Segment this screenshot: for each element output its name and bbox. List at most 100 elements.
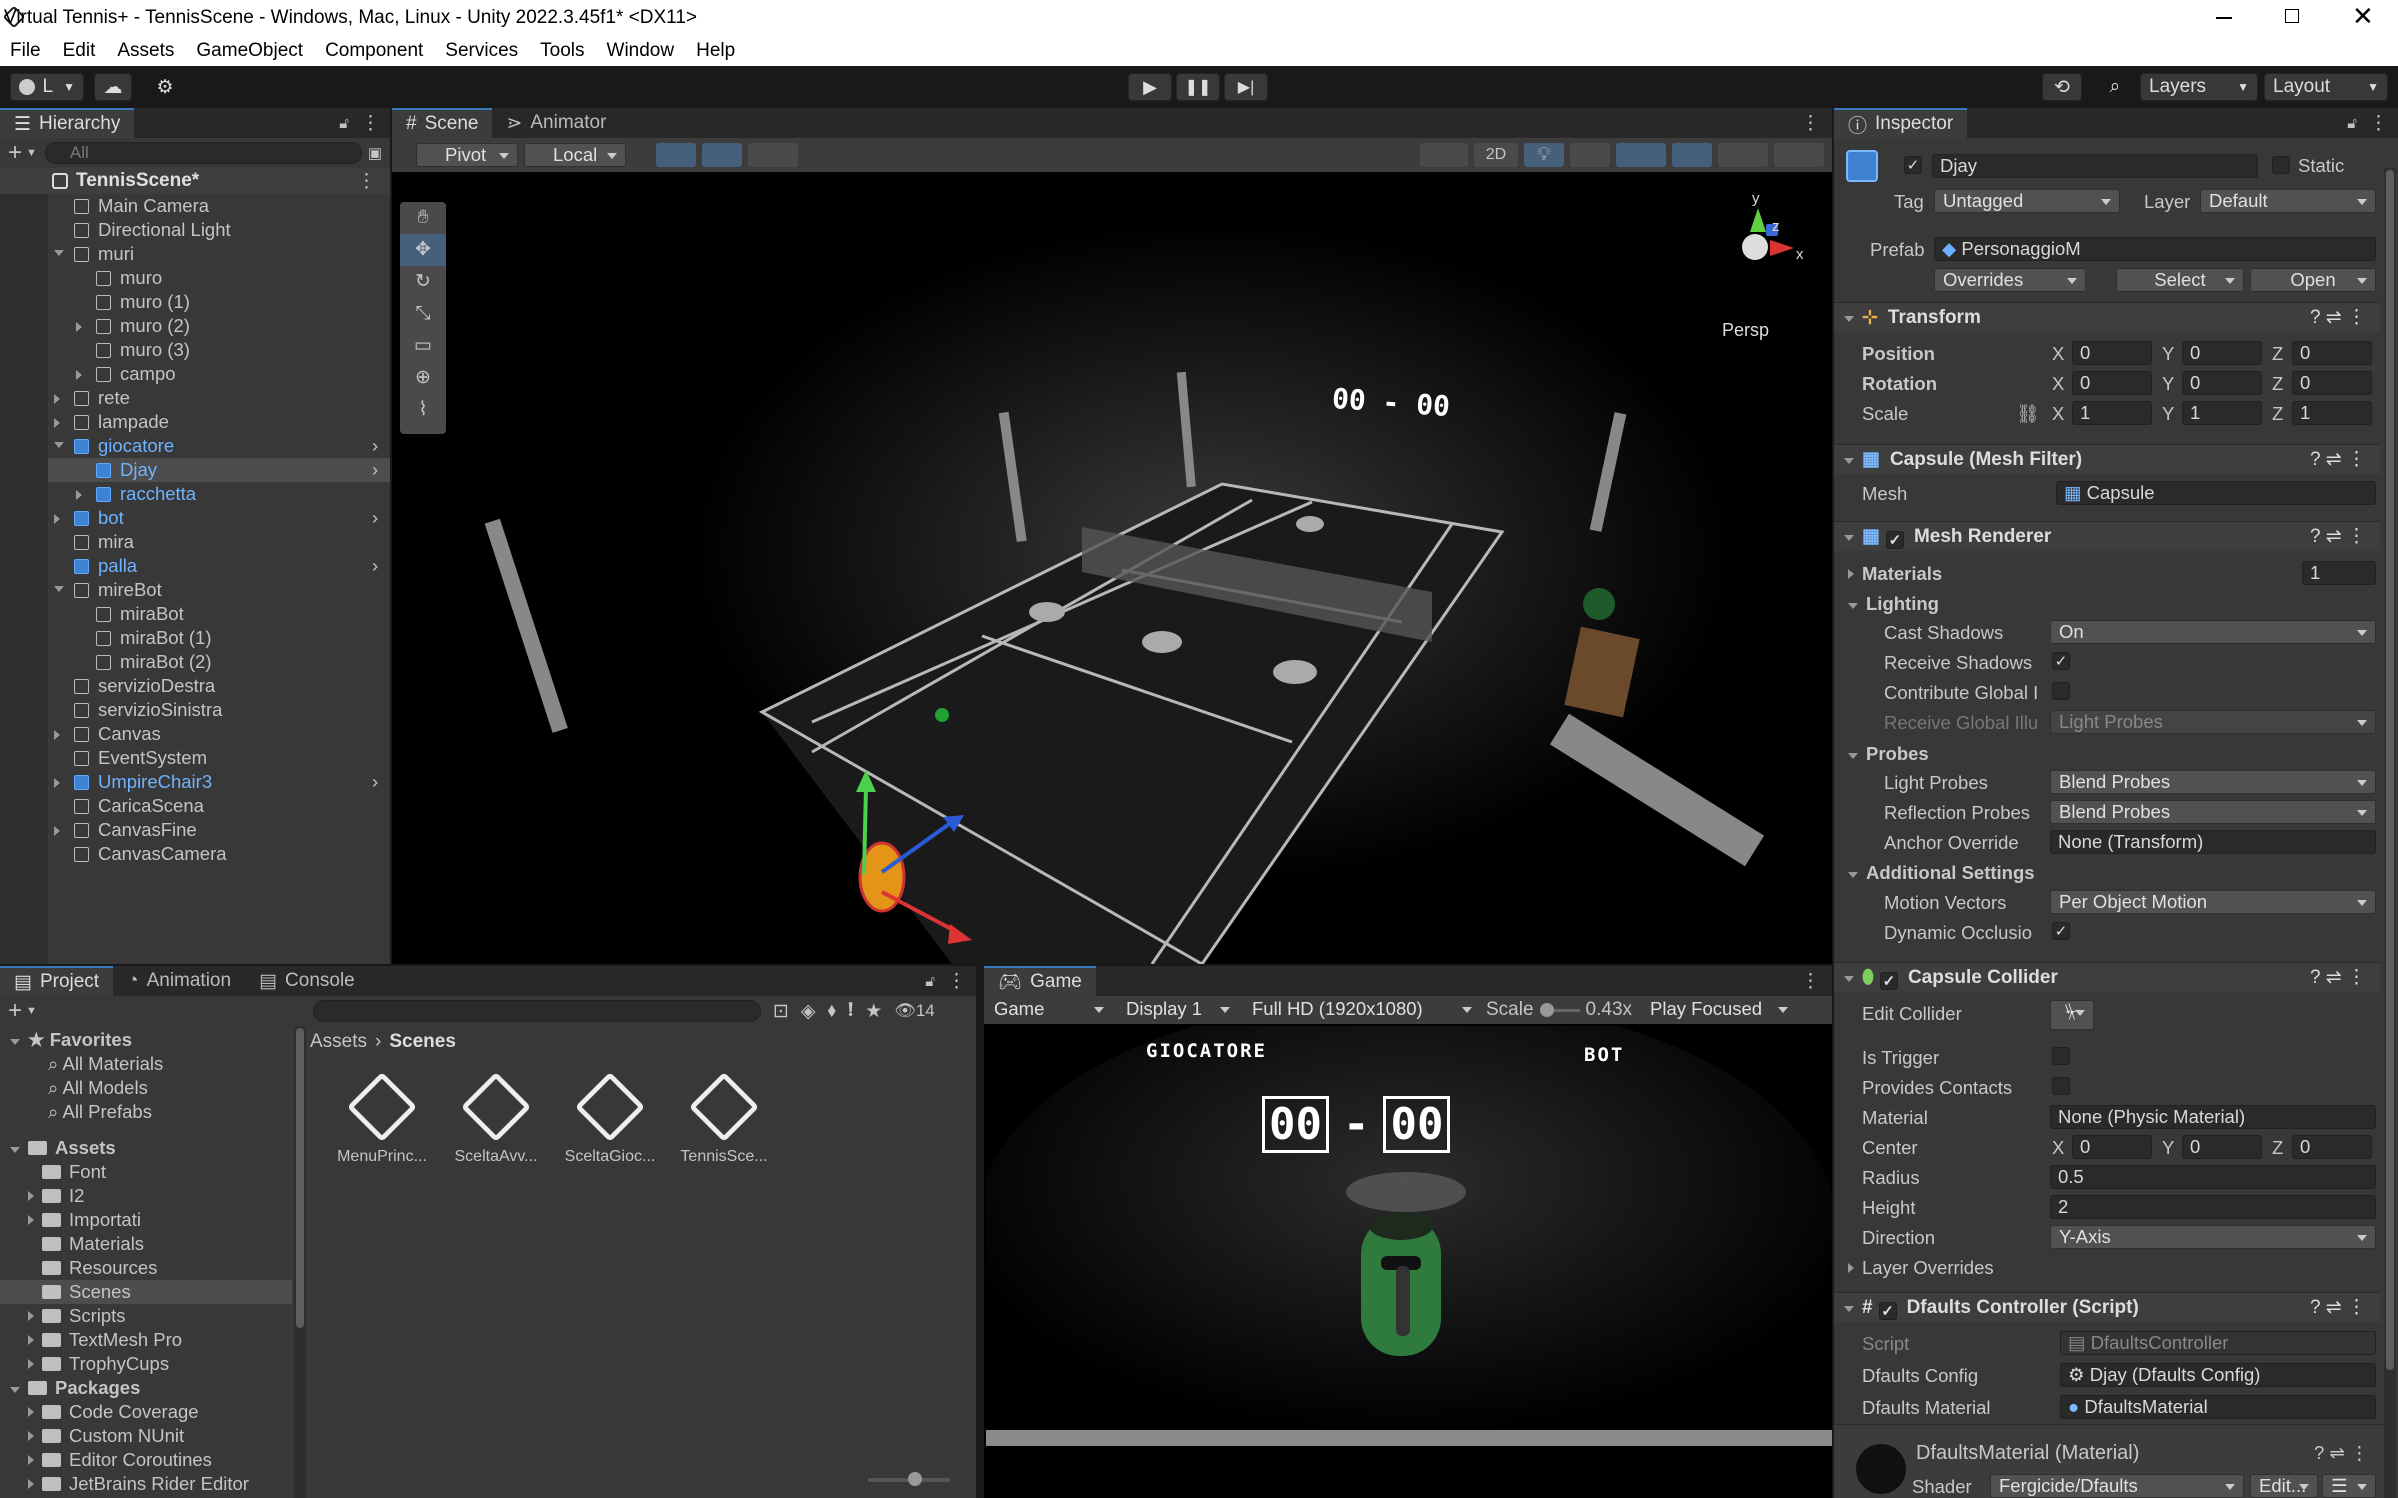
shader-dropdown[interactable]: Fergicide/Dfaults [1990, 1474, 2244, 1498]
menu-help[interactable]: Help [685, 36, 746, 66]
expand-arrow-icon[interactable] [54, 514, 60, 524]
position-x-field[interactable]: 0 [2072, 341, 2152, 365]
scale-tool-icon[interactable]: ⤡ [400, 298, 446, 330]
script-header[interactable]: # ✓ Dfaults Controller (Script)? ⇌ ⋮ [1834, 1292, 2380, 1322]
hierarchy-item[interactable]: mireBot [0, 578, 390, 602]
packages-header[interactable]: Packages [10, 1376, 140, 1400]
lock-icon[interactable]: 🔓︎ [2347, 115, 2357, 132]
expand-arrow-icon[interactable] [54, 730, 60, 740]
dfaults-config-field[interactable]: ⚙ Djay (Dfaults Config) [2060, 1363, 2376, 1387]
lighting-foldout[interactable]: Lighting [1848, 593, 1939, 615]
asset-folder[interactable]: Resources [0, 1256, 292, 1280]
radius-field[interactable]: 0.5 [2050, 1165, 2376, 1189]
shader-options-button[interactable]: ☰ [2322, 1474, 2376, 1498]
center-x-field[interactable]: 0 [2072, 1135, 2152, 1159]
game-view-dropdown[interactable]: Game [986, 998, 1112, 1022]
transform-header[interactable]: ⊹ Transform? ⇌ ⋮ [1834, 302, 2380, 332]
warning-icon[interactable]: ❗︎ [848, 1000, 853, 1022]
open-prefab-icon[interactable]: › [372, 770, 378, 794]
menu-edit[interactable]: Edit [52, 36, 107, 66]
mesh-field[interactable]: ▦ Capsule [2056, 481, 2376, 505]
hierarchy-item[interactable]: Directional Light [0, 218, 390, 242]
tab-animation[interactable]: ◔ Animation [113, 966, 245, 996]
hierarchy-item[interactable]: bot › [0, 506, 390, 530]
hierarchy-item[interactable]: CanvasFine [0, 818, 390, 842]
lock-icon[interactable]: 🔓︎ [339, 115, 349, 132]
play-button[interactable]: ▶ [1128, 73, 1172, 101]
more-icon[interactable]: ⋮ [2369, 112, 2388, 135]
tag-dropdown[interactable]: Untagged [1934, 189, 2120, 213]
effects-toggle-icon[interactable] [1616, 143, 1666, 167]
favorite-all-materials[interactable]: ⌕ All Materials [48, 1052, 163, 1076]
favorite-all-models[interactable]: ⌕ All Models [48, 1076, 148, 1100]
cloud-icon[interactable]: ☁ [94, 73, 132, 101]
scale-x-field[interactable]: 1 [2072, 401, 2152, 425]
overrides-dropdown[interactable]: Overrides [1934, 268, 2086, 292]
expand-arrow-icon[interactable] [54, 394, 60, 404]
static-checkbox[interactable] [2272, 156, 2290, 174]
scene-asset[interactable]: TennisSce... [672, 1070, 776, 1166]
rotation-z-field[interactable]: 0 [2292, 371, 2372, 395]
menu-component[interactable]: Component [314, 36, 434, 66]
custom-tool-icon[interactable]: ⌇ [400, 394, 446, 426]
capsule-collider-header[interactable]: ⬮ ✓ Capsule Collider? ⇌ ⋮ [1834, 962, 2380, 992]
persp-label[interactable]: Persp [1722, 320, 1769, 341]
asset-folder[interactable]: TrophyCups [0, 1352, 292, 1376]
minimize-icon[interactable] [2216, 17, 2232, 19]
hierarchy-item[interactable]: muri [0, 242, 390, 266]
draw-mode-icon[interactable] [1420, 143, 1468, 167]
dynamic-occlusion-checkbox[interactable]: ✓ [2052, 922, 2070, 940]
mesh-renderer-header[interactable]: ▦ ✓ Mesh Renderer? ⇌ ⋮ [1834, 521, 2380, 551]
search-icon[interactable]: ⌕ [2098, 73, 2132, 101]
scene-root-label[interactable]: TennisScene* [76, 170, 199, 192]
game-more-icon[interactable]: ⋮ [1801, 970, 1820, 993]
hierarchy-item[interactable]: muro (3) [0, 338, 390, 362]
tab-scene[interactable]: # Scene [392, 108, 493, 138]
increment-snap-icon[interactable] [748, 143, 798, 167]
asset-folder[interactable]: Importati [0, 1208, 292, 1232]
materials-count-field[interactable]: 1 [2302, 561, 2376, 585]
add-icon[interactable]: + [8, 139, 22, 167]
transform-tool-icon[interactable]: ⊕ [400, 362, 446, 394]
local-dropdown[interactable]: Local [524, 143, 626, 167]
position-y-field[interactable]: 0 [2182, 341, 2262, 365]
hierarchy-item[interactable]: mira [0, 530, 390, 554]
hierarchy-item[interactable]: muro [0, 266, 390, 290]
scene-asset[interactable]: SceltaGioc... [558, 1070, 662, 1166]
select-button[interactable]: Select [2116, 268, 2244, 292]
breadcrumb-assets[interactable]: Assets [310, 1031, 367, 1053]
breadcrumb-scenes[interactable]: Scenes [389, 1031, 456, 1053]
scene-more-icon[interactable]: ⋮ [357, 170, 376, 193]
expand-arrow-icon[interactable] [76, 370, 82, 380]
layer-overrides-foldout[interactable]: Layer Overrides [1848, 1257, 1994, 1279]
scene-asset[interactable]: SceltaAvv... [444, 1070, 548, 1166]
hierarchy-item[interactable]: giocatore › [0, 434, 390, 458]
scale-slider[interactable] [1539, 1002, 1580, 1017]
center-y-field[interactable]: 0 [2182, 1135, 2262, 1159]
hierarchy-item[interactable]: lampade [0, 410, 390, 434]
collider-material-field[interactable]: None (Physic Material) [2050, 1105, 2376, 1129]
close-icon[interactable]: ✕ [2352, 1, 2374, 32]
scene-viewport[interactable] [392, 172, 1832, 964]
edit-collider-button[interactable]: ⏧ [2050, 1000, 2094, 1030]
asset-folder[interactable]: I2 [0, 1184, 292, 1208]
scene-asset[interactable]: MenuPrinc... [330, 1070, 434, 1166]
scale-y-field[interactable]: 1 [2182, 401, 2262, 425]
hand-tool-icon[interactable]: ✋︎ [400, 202, 446, 234]
expand-arrow-icon[interactable] [76, 490, 82, 500]
step-button[interactable]: ▶| [1224, 73, 1268, 101]
is-trigger-checkbox[interactable] [2052, 1047, 2070, 1065]
prefab-field[interactable]: ◆ PersonaggioM [1934, 237, 2376, 261]
provides-contacts-checkbox[interactable] [2052, 1077, 2070, 1095]
scene-visibility-icon[interactable] [1672, 143, 1712, 167]
label-filter-icon[interactable]: ⬧ [827, 1000, 836, 1022]
package-folder[interactable]: Editor Coroutines [28, 1448, 212, 1472]
package-folder[interactable]: Custom NUnit [28, 1424, 184, 1448]
tab-inspector[interactable]: ⓘ Inspector [1834, 108, 1968, 138]
add-asset-icon[interactable]: + [8, 997, 22, 1025]
asset-folder[interactable]: Font [0, 1160, 292, 1184]
reflection-probes-dropdown[interactable]: Blend Probes [2050, 800, 2376, 824]
favorite-icon[interactable]: ★ [865, 1000, 882, 1023]
hierarchy-item[interactable]: rete [0, 386, 390, 410]
expand-arrow-icon[interactable] [54, 442, 64, 448]
